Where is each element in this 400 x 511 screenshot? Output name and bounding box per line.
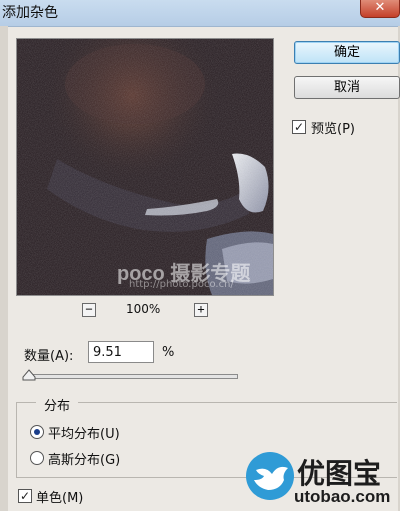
amount-slider-thumb[interactable] [22, 369, 36, 381]
close-button[interactable]: ✕ [360, 0, 400, 18]
close-icon: ✕ [374, 0, 386, 15]
monochrome-label: 单色(M) [36, 491, 84, 506]
minus-icon: − [85, 302, 93, 316]
zoom-controls: − 100% + [82, 302, 212, 319]
preview-checkbox-label: 预览(P) [311, 122, 355, 137]
site-watermark-text: 优图宝 [297, 457, 382, 490]
amount-label: 数量(A): [24, 349, 74, 364]
plus-icon: + [197, 302, 205, 316]
ok-button[interactable]: 确定 [294, 41, 400, 64]
radio-selected-dot [34, 429, 40, 435]
monochrome-checkbox[interactable]: ✓ [18, 489, 32, 503]
distribution-title: 分布 [36, 395, 79, 414]
zoom-level: 100% [126, 302, 161, 316]
site-watermark-url: utobao.com [294, 487, 391, 506]
bird-logo-icon [246, 452, 294, 500]
dialog-left-edge [0, 26, 8, 511]
amount-unit: % [162, 345, 175, 360]
radio-gaussian-label: 高斯分布(G) [48, 453, 121, 468]
preview-pane[interactable]: poco 摄影专题 http://photo.poco.cn/ [16, 38, 274, 296]
cancel-button[interactable]: 取消 [294, 76, 400, 99]
amount-slider-track[interactable] [26, 374, 238, 379]
radio-gaussian[interactable] [30, 451, 44, 465]
radio-uniform[interactable] [30, 425, 44, 439]
preview-checkbox[interactable]: ✓ [292, 120, 306, 134]
radio-uniform-label: 平均分布(U) [48, 427, 120, 442]
zoom-out-button[interactable]: − [82, 303, 96, 317]
title-bar: 添加杂色 ✕ [0, 0, 400, 27]
dialog-title: 添加杂色 [2, 5, 58, 21]
preview-watermark-url: http://photo.poco.cn/ [129, 279, 234, 290]
zoom-in-button[interactable]: + [194, 303, 208, 317]
amount-input[interactable]: 9.51 [88, 341, 154, 363]
